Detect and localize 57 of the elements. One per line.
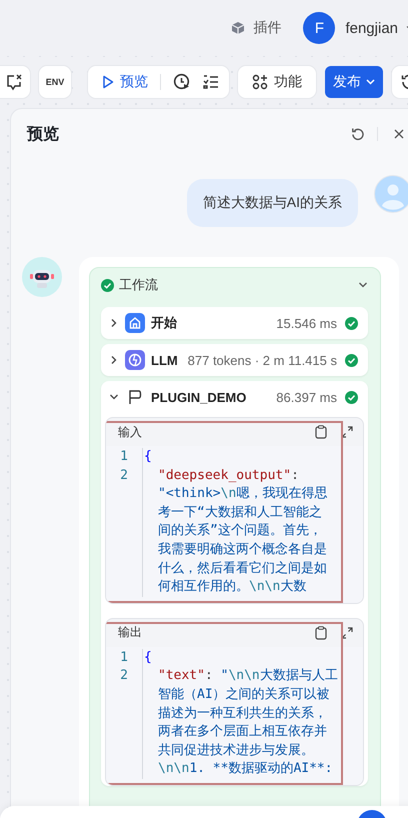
- expand-icon[interactable]: [341, 426, 353, 438]
- code-text: 智能（AI）之间的关系可以被: [157, 686, 331, 704]
- code-text: 什么，然后看看它们之间是如: [157, 560, 328, 578]
- block-title: 输入: [118, 424, 143, 440]
- shapes-icon: [252, 74, 268, 90]
- code-text: "deepseek_output":: [157, 466, 300, 485]
- play-icon: [102, 75, 114, 89]
- code-text: 我需要明确这两个概念各自是: [157, 540, 328, 559]
- code-text: 间的关系”这个问题。首先，: [157, 522, 323, 540]
- node-name: PLUGIN_DEMO: [151, 390, 246, 404]
- copy-icon[interactable]: [315, 626, 327, 640]
- code-text: "<think>\n嗯，我现在得思: [157, 485, 328, 504]
- code-text: {: [143, 648, 153, 667]
- user-name[interactable]: fengjian: [345, 20, 398, 36]
- line-number: 2: [106, 667, 143, 779]
- refresh-icon[interactable]: [350, 126, 365, 142]
- features-button[interactable]: 功能: [238, 66, 316, 98]
- code-text: 两者在多个层面上相互依存并: [157, 723, 328, 742]
- expand-icon[interactable]: [341, 626, 353, 639]
- node-name: LLM: [151, 352, 178, 368]
- chevron-icon[interactable]: [109, 355, 119, 365]
- llm-icon: [125, 350, 145, 370]
- env-button[interactable]: ENV: [39, 66, 71, 98]
- user-avatar[interactable]: F: [303, 12, 336, 44]
- close-icon[interactable]: [394, 129, 404, 139]
- code-text: 描述为一种互利共生的关系，: [157, 704, 328, 723]
- clock-icon[interactable]: [173, 73, 191, 91]
- line-number: 1: [106, 648, 143, 668]
- cube-icon: [231, 21, 246, 35]
- block-title: 输出: [118, 624, 143, 642]
- copy-icon[interactable]: [315, 425, 327, 439]
- line-number: 2: [106, 466, 143, 597]
- code-text: 考一下“大数据和人工智能之: [157, 504, 323, 522]
- publish-button[interactable]: 发布: [325, 66, 383, 98]
- checklist-icon[interactable]: [203, 74, 219, 90]
- code-text: {: [143, 448, 153, 466]
- home-icon: [125, 313, 145, 333]
- node-metrics: 877 tokens · 2 m 11.415 s: [186, 352, 337, 368]
- chevron-icon[interactable]: [109, 392, 119, 402]
- user-message: 简述大数据与AI的关系: [186, 179, 358, 227]
- preview-button[interactable]: 预览: [102, 73, 148, 91]
- line-number: 1: [106, 448, 143, 467]
- robot-avatar-icon: [22, 257, 62, 297]
- node-name: 开始: [151, 314, 177, 332]
- comment-icon-button[interactable]: [0, 66, 30, 98]
- chevron-icon[interactable]: [358, 280, 368, 290]
- node-metrics: 15.546 ms: [275, 316, 337, 330]
- code-text: "text": "\n\n大数据与人工: [157, 667, 339, 686]
- code-text: 共同促进技术进步与发展。: [157, 742, 315, 760]
- node-metrics: 86.397 ms: [275, 390, 337, 404]
- workflow-title: 工作流: [119, 276, 159, 294]
- code-text: 何相互作用的。\n\n大数: [157, 578, 308, 596]
- plugin-link[interactable]: 插件: [231, 19, 282, 37]
- panel-title: 预览: [27, 124, 60, 144]
- code-text: \n\n1. **数据驱动的AI**:: [157, 760, 334, 778]
- caret-icon: [366, 79, 375, 85]
- chevron-icon[interactable]: [109, 318, 119, 328]
